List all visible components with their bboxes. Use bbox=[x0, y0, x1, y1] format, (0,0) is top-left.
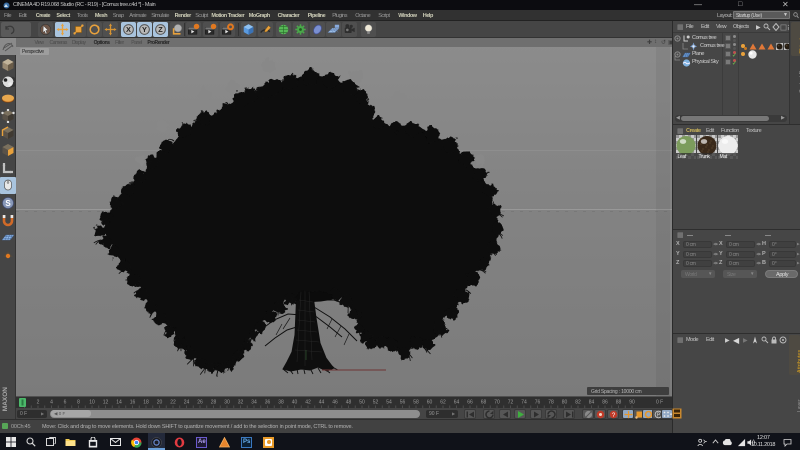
svg-text:58: 58 bbox=[413, 400, 419, 406]
svg-text:80: 80 bbox=[562, 400, 568, 406]
svg-text:38: 38 bbox=[278, 400, 284, 406]
svg-text:36: 36 bbox=[265, 400, 271, 406]
svg-text:44: 44 bbox=[319, 400, 325, 406]
svg-text:28: 28 bbox=[211, 400, 217, 406]
svg-text:74: 74 bbox=[521, 400, 527, 406]
svg-text:86: 86 bbox=[602, 400, 608, 406]
svg-text:54: 54 bbox=[386, 400, 392, 406]
svg-text:X: X bbox=[126, 25, 131, 34]
svg-text:52: 52 bbox=[373, 400, 379, 406]
svg-text:Z: Z bbox=[158, 25, 163, 34]
svg-text:0 F: 0 F bbox=[656, 400, 663, 406]
svg-text:46: 46 bbox=[332, 400, 338, 406]
svg-text:40: 40 bbox=[292, 400, 298, 406]
svg-text:22: 22 bbox=[170, 400, 176, 406]
svg-text:18: 18 bbox=[143, 400, 149, 406]
svg-text:2: 2 bbox=[37, 400, 40, 406]
svg-text:82: 82 bbox=[575, 400, 581, 406]
svg-text:42: 42 bbox=[305, 400, 311, 406]
svg-text:32: 32 bbox=[238, 400, 244, 406]
svg-text:10: 10 bbox=[89, 400, 95, 406]
svg-text:14: 14 bbox=[116, 400, 122, 406]
svg-text:60: 60 bbox=[427, 400, 433, 406]
svg-text:84: 84 bbox=[589, 400, 595, 406]
svg-text:64: 64 bbox=[454, 400, 460, 406]
svg-text:90: 90 bbox=[629, 400, 635, 406]
svg-text:16: 16 bbox=[130, 400, 136, 406]
svg-text:6: 6 bbox=[64, 400, 67, 406]
svg-text:12: 12 bbox=[103, 400, 109, 406]
svg-text:8: 8 bbox=[77, 400, 80, 406]
svg-text:34: 34 bbox=[251, 400, 257, 406]
svg-text:72: 72 bbox=[508, 400, 514, 406]
svg-text:50: 50 bbox=[359, 400, 365, 406]
svg-text:4: 4 bbox=[50, 400, 53, 406]
svg-text:26: 26 bbox=[197, 400, 203, 406]
svg-text:68: 68 bbox=[481, 400, 487, 406]
svg-text:88: 88 bbox=[616, 400, 622, 406]
svg-text:24: 24 bbox=[184, 400, 190, 406]
svg-text:48: 48 bbox=[346, 400, 352, 406]
svg-text:Y: Y bbox=[142, 25, 147, 34]
svg-text:S: S bbox=[5, 199, 11, 208]
svg-text:76: 76 bbox=[535, 400, 541, 406]
svg-text:62: 62 bbox=[440, 400, 446, 406]
svg-text:70: 70 bbox=[494, 400, 500, 406]
svg-text:78: 78 bbox=[548, 400, 554, 406]
svg-text:66: 66 bbox=[467, 400, 473, 406]
svg-text:30: 30 bbox=[224, 400, 230, 406]
svg-text:56: 56 bbox=[400, 400, 406, 406]
svg-text:20: 20 bbox=[157, 400, 163, 406]
